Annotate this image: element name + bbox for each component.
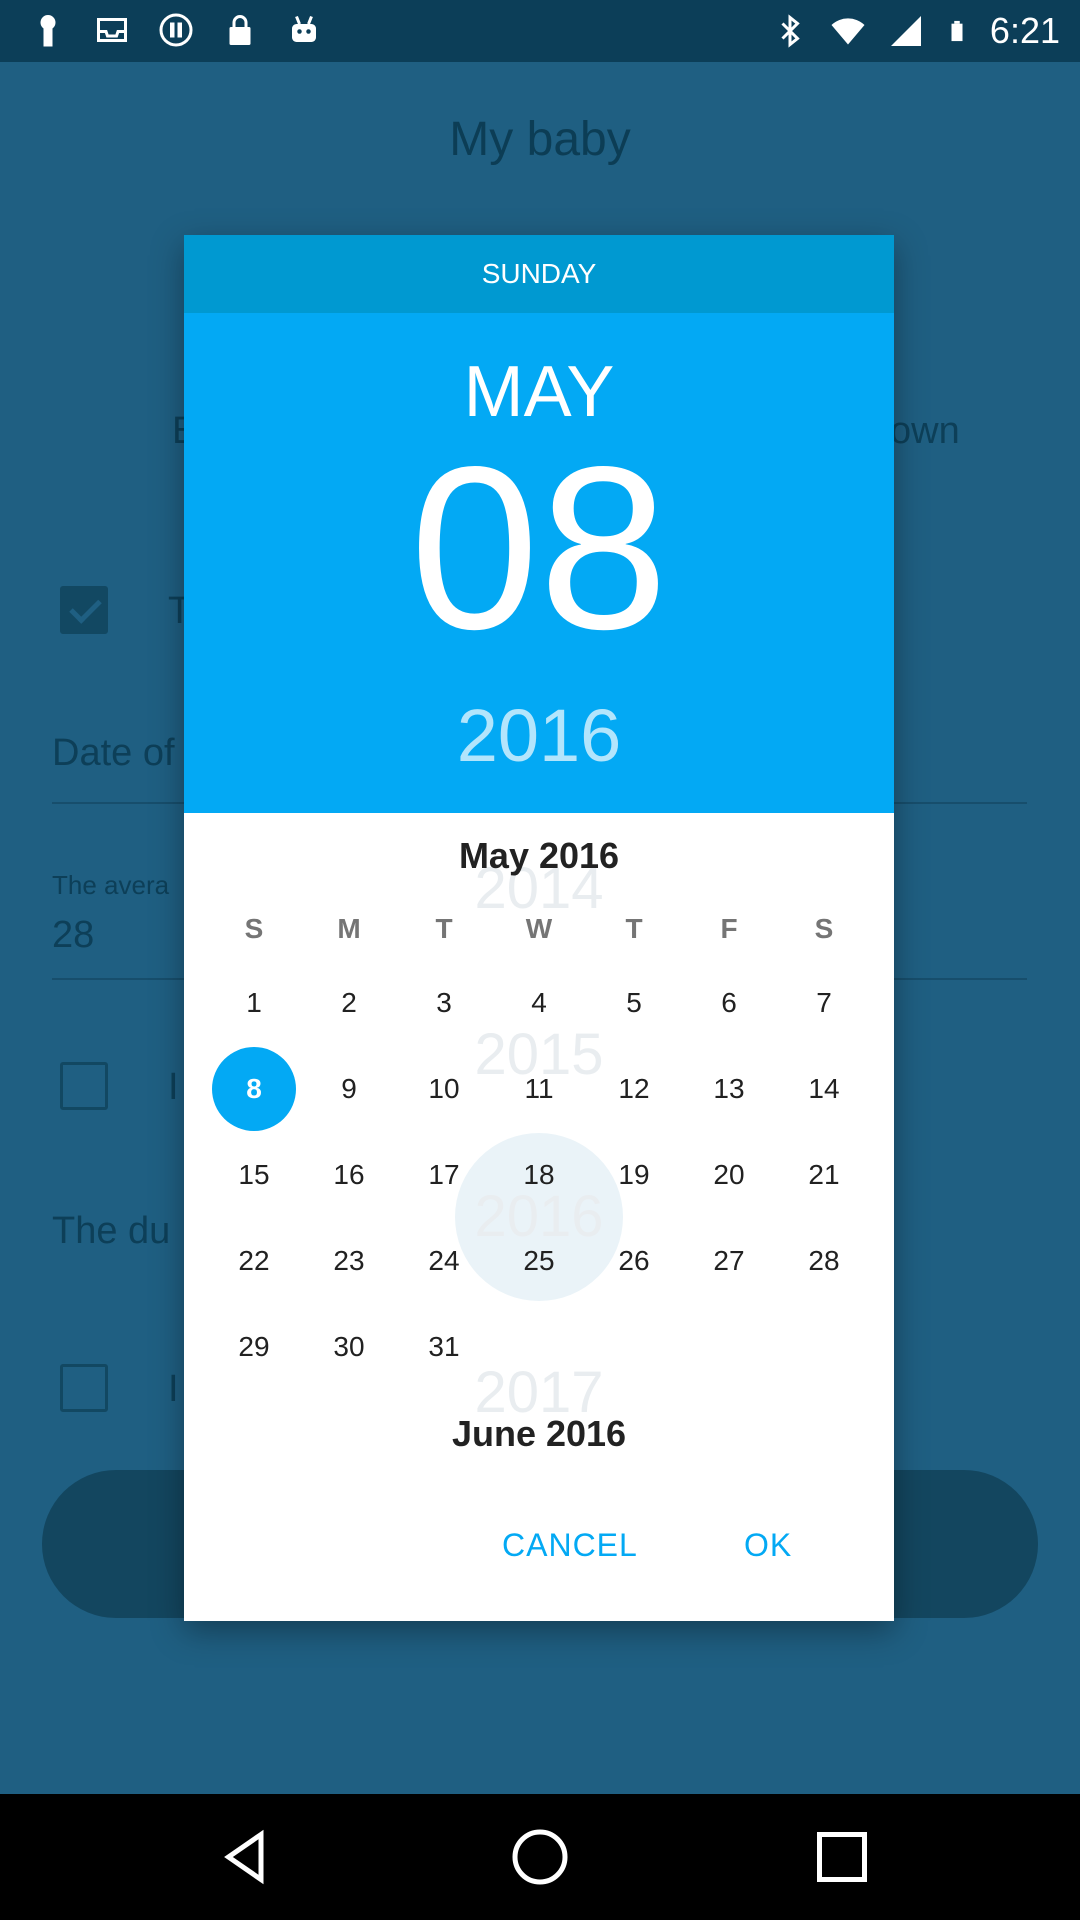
day-cell[interactable]: 7 [782,961,866,1045]
inbox-icon [97,18,127,42]
day-cell[interactable]: 12 [592,1047,676,1131]
weekday-label: T [435,913,453,944]
day-cell[interactable]: 25 [497,1219,581,1303]
status-bar: 6:21 [0,0,1080,62]
day-cell[interactable]: 27 [687,1219,771,1303]
day-cell[interactable]: 20 [687,1133,771,1217]
day-cell[interactable]: 23 [307,1219,391,1303]
day-cell[interactable]: 5 [592,961,676,1045]
weekday-label: M [337,913,361,944]
ok-button[interactable]: OK [744,1505,792,1585]
day-cell[interactable]: 14 [782,1047,866,1131]
weekday-label: W [525,913,553,944]
battery-icon [951,20,963,42]
back-icon[interactable] [216,1827,276,1887]
wifi-icon [831,18,865,45]
system-status: 6:21 [772,10,1060,52]
pause-circle-icon [159,13,193,47]
next-month-title: June 2016 [451,1413,627,1454]
day-cell[interactable]: 22 [212,1219,296,1303]
day-cell[interactable]: 28 [782,1219,866,1303]
day-cell[interactable]: 18 [497,1133,581,1217]
selected-day[interactable]: 08 [184,433,894,665]
android-robot-icon [292,15,316,42]
navigation-bar [0,1794,1080,1920]
date-of-birth-label: Date of [52,732,175,774]
keyhole-icon [40,15,56,47]
weekday-row: SMTWTFS [184,913,894,953]
checkbox-3-label: I [168,1368,179,1410]
average-value[interactable]: 28 [52,914,94,957]
day-cell[interactable]: 21 [782,1133,866,1217]
status-time: 6:21 [989,10,1060,51]
signal-icon [890,16,921,46]
day-cell[interactable]: 26 [592,1219,676,1303]
weekday-label: T [625,913,643,944]
weekday-label: S [814,913,834,944]
day-cell[interactable]: 15 [212,1133,296,1217]
weekday-label: S [244,913,264,944]
day-cell[interactable]: 2 [307,961,391,1045]
month-title: May 2016 [458,835,620,876]
home-icon[interactable] [510,1827,570,1887]
calendar: 2014 2015 2016 2017 May 2016 SMTWTFS 123… [184,813,894,1621]
day-cell[interactable]: 9 [307,1047,391,1131]
day-cell[interactable]: 4 [497,961,581,1045]
checkbox-2[interactable] [60,1062,108,1110]
date-picker-dialog: SUNDAY MAY 08 2016 2014 2015 2016 2017 M… [184,235,894,1621]
lock-icon [229,15,251,45]
day-cell[interactable]: 3 [402,961,486,1045]
checkbox-2-label: I [168,1066,179,1108]
day-cell[interactable]: 29 [212,1305,296,1389]
weekday-header: SUNDAY [184,235,894,313]
cancel-button[interactable]: CANCEL [502,1505,638,1585]
partial-label-own: own [890,410,960,452]
checkbox-3[interactable] [60,1364,108,1412]
average-label: The avera [52,870,170,900]
day-cell[interactable]: 31 [402,1305,486,1389]
day-cell[interactable]: 1 [212,961,296,1045]
due-date-label: The du [52,1210,171,1252]
recents-icon[interactable] [812,1827,872,1887]
selected-year[interactable]: 2016 [184,693,894,778]
day-cell[interactable]: 10 [402,1047,486,1131]
day-cell[interactable]: 17 [402,1133,486,1217]
day-cell[interactable]: 19 [592,1133,676,1217]
weekday-label: F [720,913,738,944]
day-cell[interactable]: 13 [687,1047,771,1131]
day-cell[interactable]: 24 [402,1219,486,1303]
checkbox-1[interactable] [60,586,108,634]
day-cell[interactable]: 11 [497,1047,581,1131]
page-title: My baby [449,113,631,166]
selected-date-display: MAY 08 2016 [184,313,894,813]
day-cell[interactable]: 30 [307,1305,391,1389]
day-cell-selected[interactable]: 8 [212,1047,296,1131]
bluetooth-icon [781,14,800,48]
notification-icons [30,12,322,48]
day-cell[interactable]: 16 [307,1133,391,1217]
day-cell[interactable]: 6 [687,961,771,1045]
